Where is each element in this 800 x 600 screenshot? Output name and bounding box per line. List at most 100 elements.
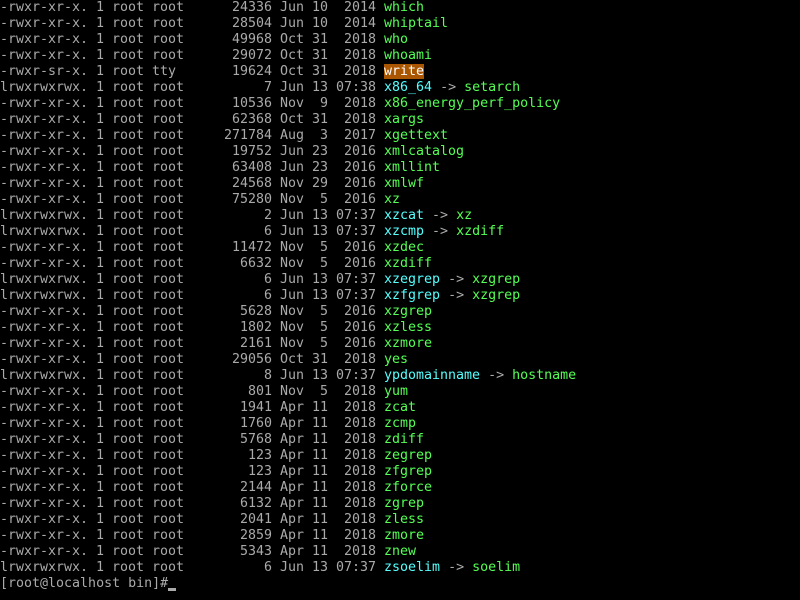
file-month: Oct: [280, 48, 305, 63]
file-name: whoami: [384, 48, 433, 63]
file-time: 07:37: [336, 208, 377, 223]
terminal-window[interactable]: -rwxr-xr-x. 1 root root 24336 Jun 10 2014 which -…: [0, 0, 800, 600]
file-month: Oct: [280, 32, 305, 47]
link-count: 1: [96, 320, 105, 335]
symlink-target: xz: [456, 208, 473, 223]
file-name-cell: zmore: [384, 528, 424, 544]
listing-row: -rwxr-xr-x. 1 root root 19752 Jun 23 2016 xmlcat…: [0, 144, 800, 160]
link-count: 1: [96, 384, 105, 399]
file-time: 2018: [343, 496, 376, 511]
file-day: 3: [319, 128, 328, 143]
link-count: 1: [96, 544, 105, 559]
file-time: 2016: [343, 320, 376, 335]
file-time: 07:37: [336, 272, 377, 287]
file-group: root: [152, 96, 185, 111]
file-month: Nov: [280, 336, 305, 351]
file-permissions: -rwxr-xr-x.: [0, 448, 89, 463]
file-name: xmlcatalog: [384, 144, 465, 159]
file-name-cell: x86_64 -> setarch: [384, 80, 520, 96]
file-permissions: -rwxr-xr-x.: [0, 96, 89, 111]
file-group: root: [152, 16, 185, 31]
file-permissions: -rwxr-xr-x.: [0, 112, 89, 127]
file-name-cell: zsoelim -> soelim: [384, 560, 520, 576]
file-name-cell: zfgrep: [384, 464, 432, 480]
file-month: Jun: [280, 560, 305, 575]
file-day: 11: [311, 544, 328, 559]
file-time: 2016: [343, 256, 376, 271]
file-time: 2018: [343, 400, 376, 415]
link-count: 1: [96, 48, 105, 63]
file-permissions: -rwxr-xr-x.: [0, 32, 89, 47]
file-group: root: [152, 272, 185, 287]
listing-row: -rwxr-xr-x. 1 root root 28504 Jun 10 2014 whipta…: [0, 16, 800, 32]
file-size: 123: [247, 448, 272, 463]
file-size: 6: [263, 560, 272, 575]
listing-row: -rwxr-xr-x. 1 root root 271784 Aug 3 2017 xgette…: [0, 128, 800, 144]
listing-row: -rwxr-xr-x. 1 root root 5628 Nov 5 2016 xzgrep: [0, 304, 800, 320]
listing-row: lrwxrwxrwx. 1 root root 6 Jun 13 07:37 xzegrep -…: [0, 272, 800, 288]
file-group: root: [152, 304, 185, 319]
file-group: root: [152, 48, 185, 63]
file-name: xgettext: [384, 128, 449, 143]
file-group: root: [152, 432, 185, 447]
file-size: 24568: [231, 176, 272, 191]
file-size: 6: [263, 272, 272, 287]
file-owner: root: [112, 496, 145, 511]
file-month: Nov: [280, 256, 305, 271]
file-name: xzcmp: [384, 224, 425, 239]
symlink-arrow: ->: [448, 560, 465, 575]
file-name: zsoelim: [384, 560, 441, 575]
file-permissions: -rwxr-xr-x.: [0, 416, 89, 431]
listing-row: -rwxr-xr-x. 1 root root 75280 Nov 5 2016 xz: [0, 192, 800, 208]
file-month: Apr: [280, 432, 305, 447]
file-name-cell: which: [384, 0, 424, 16]
file-owner: root: [112, 480, 145, 495]
file-name-cell: yes: [384, 352, 408, 368]
shell-prompt-line[interactable]: [root@localhost bin]#: [0, 576, 800, 592]
file-name-cell: znew: [384, 544, 416, 560]
file-group: root: [152, 80, 185, 95]
file-time: 2018: [343, 64, 376, 79]
file-group: root: [152, 352, 185, 367]
link-count: 1: [96, 80, 105, 95]
file-permissions: -rwxr-xr-x.: [0, 0, 89, 15]
file-time: 2018: [343, 512, 376, 527]
link-count: 1: [96, 224, 105, 239]
link-count: 1: [96, 528, 105, 543]
file-size: 24336: [231, 0, 272, 15]
file-name: zdiff: [384, 432, 425, 447]
shell-prompt: [root@localhost bin]#: [0, 576, 169, 591]
file-day: 9: [319, 96, 328, 111]
link-count: 1: [96, 512, 105, 527]
file-group: root: [152, 496, 185, 511]
link-count: 1: [96, 112, 105, 127]
symlink-arrow: ->: [440, 80, 457, 95]
file-size: 2144: [239, 480, 272, 495]
file-owner: root: [112, 208, 145, 223]
file-time: 2018: [343, 480, 376, 495]
file-name: zforce: [384, 480, 433, 495]
link-count: 1: [96, 128, 105, 143]
link-count: 1: [96, 272, 105, 287]
file-owner: root: [112, 528, 145, 543]
link-count: 1: [96, 432, 105, 447]
file-name-cell: xzdec: [384, 240, 424, 256]
file-name-cell: x86_energy_perf_policy: [384, 96, 560, 112]
file-size: 1941: [239, 400, 272, 415]
file-time: 2016: [343, 160, 376, 175]
file-time: 2016: [343, 304, 376, 319]
file-time: 07:37: [336, 368, 377, 383]
listing-row: lrwxrwxrwx. 1 root root 6 Jun 13 07:37 xzfgrep -…: [0, 288, 800, 304]
file-month: Jun: [280, 160, 305, 175]
file-month: Oct: [280, 112, 305, 127]
file-permissions: -rwxr-xr-x.: [0, 128, 89, 143]
listing-row: -rwxr-xr-x. 1 root root 2161 Nov 5 2016 xzmore: [0, 336, 800, 352]
file-time: 2018: [343, 416, 376, 431]
file-name: xzmore: [384, 336, 433, 351]
file-month: Jun: [280, 80, 305, 95]
file-name-cell: whoami: [384, 48, 432, 64]
file-name: xz: [384, 192, 401, 207]
file-owner: root: [112, 80, 145, 95]
symlink-target: xzdiff: [456, 224, 505, 239]
listing-row: -rwxr-xr-x. 1 root root 29072 Oct 31 2018 whoami: [0, 48, 800, 64]
